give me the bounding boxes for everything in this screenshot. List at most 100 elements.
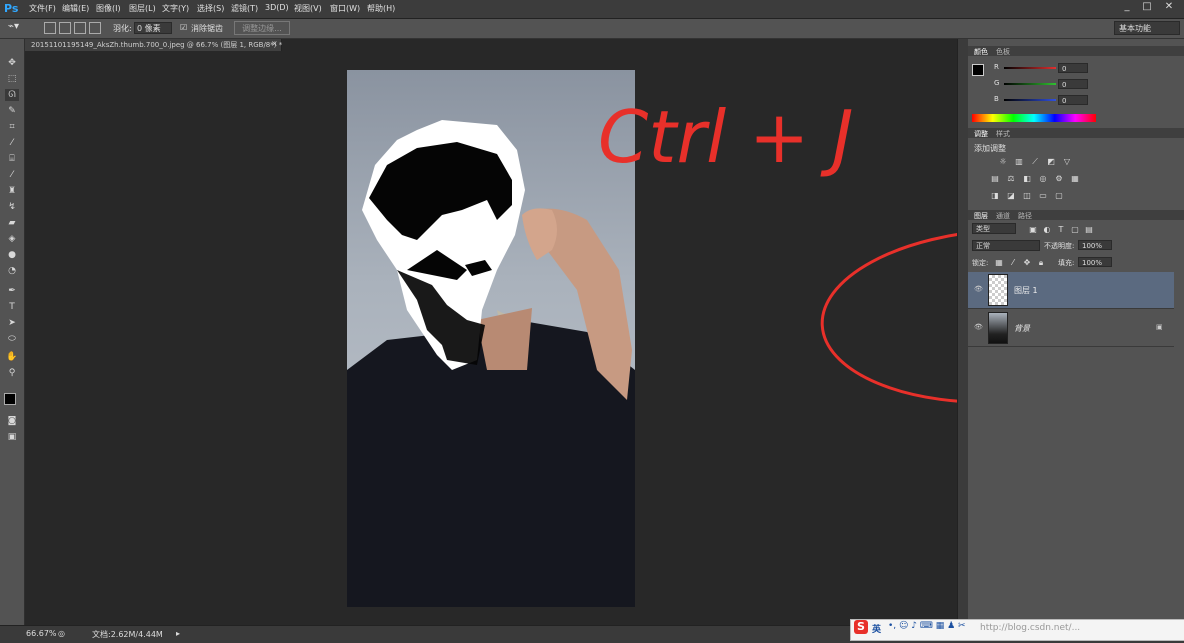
menu-3d[interactable]: 3D(D) xyxy=(265,3,289,12)
lock-all-icon[interactable]: 🔒︎ xyxy=(1036,258,1046,267)
marquee-tool-icon[interactable]: ⬚ xyxy=(5,73,19,85)
menu-select[interactable]: 选择(S) xyxy=(197,3,224,14)
brush-tool-icon[interactable]: ⁄ xyxy=(5,169,19,181)
layer1-visibility-eye-icon[interactable]: 👁︎ xyxy=(974,285,983,293)
filter-smart-icon[interactable]: ▤ xyxy=(1084,225,1094,234)
photo-filter-icon[interactable]: ◎ xyxy=(1038,174,1048,183)
red-channel-slider[interactable] xyxy=(1004,67,1056,69)
minimize-button[interactable]: _ xyxy=(1118,0,1136,14)
antialias-checkbox[interactable]: ☑ xyxy=(180,23,187,32)
move-tool-icon[interactable]: ✥ xyxy=(5,57,19,69)
menu-file[interactable]: 文件(F) xyxy=(29,3,56,14)
menu-edit[interactable]: 编辑(E) xyxy=(62,3,89,14)
background-visibility-eye-icon[interactable]: 👁︎ xyxy=(974,323,983,331)
tab-adjustments[interactable]: 调整 xyxy=(974,129,988,139)
filter-shape-icon[interactable]: ▢ xyxy=(1070,225,1080,234)
lock-transparent-icon[interactable]: ▦ xyxy=(994,258,1004,267)
vibrance-icon[interactable]: ▽ xyxy=(1062,157,1072,166)
menu-window[interactable]: 窗口(W) xyxy=(330,3,360,14)
menu-filter[interactable]: 滤镜(T) xyxy=(231,3,258,14)
tab-paths[interactable]: 路径 xyxy=(1018,211,1032,221)
fill-input[interactable]: 100% xyxy=(1078,257,1112,267)
lasso-tool-icon[interactable]: ᘏ xyxy=(5,89,19,101)
workspace-select[interactable]: 基本功能 xyxy=(1114,21,1180,35)
blue-channel-input[interactable]: 0 xyxy=(1058,95,1088,105)
lock-pixels-icon[interactable]: ⁄ xyxy=(1008,258,1018,267)
tab-channels[interactable]: 通道 xyxy=(996,211,1010,221)
sogou-ime-icon[interactable]: S xyxy=(854,620,868,634)
ime-tools-icons[interactable]: •, ☺ ♪ ⌨ ▦ ♟ ✂ xyxy=(888,621,966,631)
opacity-input[interactable]: 100% xyxy=(1078,240,1112,250)
add-selection-icon[interactable] xyxy=(59,22,71,34)
menu-image[interactable]: 图像(I) xyxy=(96,3,121,14)
tab-styles[interactable]: 样式 xyxy=(996,129,1010,139)
subtract-selection-icon[interactable] xyxy=(74,22,86,34)
document-canvas-image[interactable] xyxy=(347,70,635,607)
gradient-tool-icon[interactable]: ◈ xyxy=(5,233,19,245)
brightness-icon[interactable]: ☼ xyxy=(998,157,1008,166)
eyedropper-tool-icon[interactable]: ⁄ xyxy=(5,137,19,149)
tab-color[interactable]: 颜色 xyxy=(974,47,988,57)
quick-select-tool-icon[interactable]: ✎ xyxy=(5,105,19,117)
filter-adjustment-icon[interactable]: ◐ xyxy=(1042,225,1052,234)
layer-filter-select[interactable]: 类型 xyxy=(972,223,1016,234)
crop-tool-icon[interactable]: ⌗ xyxy=(5,121,19,133)
layer1-name[interactable]: 图层 1 xyxy=(1014,285,1038,296)
hue-saturation-icon[interactable]: ▤ xyxy=(990,174,1000,183)
status-info-icon[interactable]: ◎ xyxy=(58,629,65,638)
close-document-icon[interactable]: × xyxy=(271,39,278,48)
stamp-tool-icon[interactable]: ♜ xyxy=(5,185,19,197)
type-tool-icon[interactable]: T xyxy=(5,301,19,313)
zoom-level[interactable]: 66.67% xyxy=(26,629,57,638)
eraser-tool-icon[interactable]: ▰ xyxy=(5,217,19,229)
lasso-tool-preset-icon[interactable]: ⌁▾ xyxy=(8,21,19,32)
selective-color-icon[interactable]: ▢ xyxy=(1054,191,1064,200)
tab-layers[interactable]: 图层 xyxy=(974,211,988,221)
zoom-tool-icon[interactable]: ⚲ xyxy=(5,367,19,379)
color-spectrum-bar[interactable] xyxy=(972,114,1096,122)
tab-swatches[interactable]: 色板 xyxy=(996,47,1010,57)
filter-pixel-icon[interactable]: ▣ xyxy=(1028,225,1038,234)
threshold-icon[interactable]: ◫ xyxy=(1022,191,1032,200)
menu-view[interactable]: 视图(V) xyxy=(294,3,322,14)
blend-mode-select[interactable]: 正常 xyxy=(972,240,1040,251)
color-foreground-swatch[interactable] xyxy=(972,64,984,76)
green-channel-slider[interactable] xyxy=(1004,83,1056,85)
blur-tool-icon[interactable]: ● xyxy=(5,249,19,261)
blue-channel-slider[interactable] xyxy=(1004,99,1056,101)
background-layer-name[interactable]: 背景 xyxy=(1014,323,1030,334)
black-white-icon[interactable]: ◧ xyxy=(1022,174,1032,183)
hand-tool-icon[interactable]: ✋ xyxy=(5,351,19,363)
color-lookup-icon[interactable]: ▦ xyxy=(1070,174,1080,183)
status-menu-arrow-icon[interactable]: ▸ xyxy=(176,629,180,638)
curves-icon[interactable]: ⟋ xyxy=(1030,157,1040,166)
red-channel-input[interactable]: 0 xyxy=(1058,63,1088,73)
panel-dock-divider[interactable] xyxy=(957,39,968,625)
history-brush-tool-icon[interactable]: ↯ xyxy=(5,201,19,213)
gradient-map-icon[interactable]: ▭ xyxy=(1038,191,1048,200)
invert-icon[interactable]: ◨ xyxy=(990,191,1000,200)
intersect-selection-icon[interactable] xyxy=(89,22,101,34)
healing-tool-icon[interactable]: ⌸ xyxy=(5,153,19,165)
dodge-tool-icon[interactable]: ◔ xyxy=(5,265,19,277)
quick-mask-icon[interactable]: ◙ xyxy=(5,415,19,427)
new-selection-icon[interactable] xyxy=(44,22,56,34)
maximize-button[interactable]: □ xyxy=(1138,0,1156,14)
menu-layer[interactable]: 图层(L) xyxy=(129,3,156,14)
pen-tool-icon[interactable]: ✒ xyxy=(5,285,19,297)
screen-mode-icon[interactable]: ▣ xyxy=(5,431,19,443)
document-tab[interactable]: 20151101195149_AksZh.thumb.700_0.jpeg @ … xyxy=(25,39,282,51)
foreground-color-swatch[interactable] xyxy=(4,393,16,405)
path-select-tool-icon[interactable]: ➤ xyxy=(5,317,19,329)
ime-language-indicator[interactable]: 英 xyxy=(872,622,881,635)
filter-type-icon[interactable]: T xyxy=(1056,225,1066,234)
lock-position-icon[interactable]: ✥ xyxy=(1022,258,1032,267)
shape-tool-icon[interactable]: ⬭ xyxy=(5,333,19,345)
close-window-button[interactable]: ✕ xyxy=(1160,0,1178,14)
menu-help[interactable]: 帮助(H) xyxy=(367,3,395,14)
channel-mixer-icon[interactable]: ⚙ xyxy=(1054,174,1064,183)
color-balance-icon[interactable]: ⚖ xyxy=(1006,174,1016,183)
levels-icon[interactable]: ▥ xyxy=(1014,157,1024,166)
exposure-icon[interactable]: ◩ xyxy=(1046,157,1056,166)
layer-row-background[interactable]: 👁︎ 背景 ▣ xyxy=(968,310,1174,347)
